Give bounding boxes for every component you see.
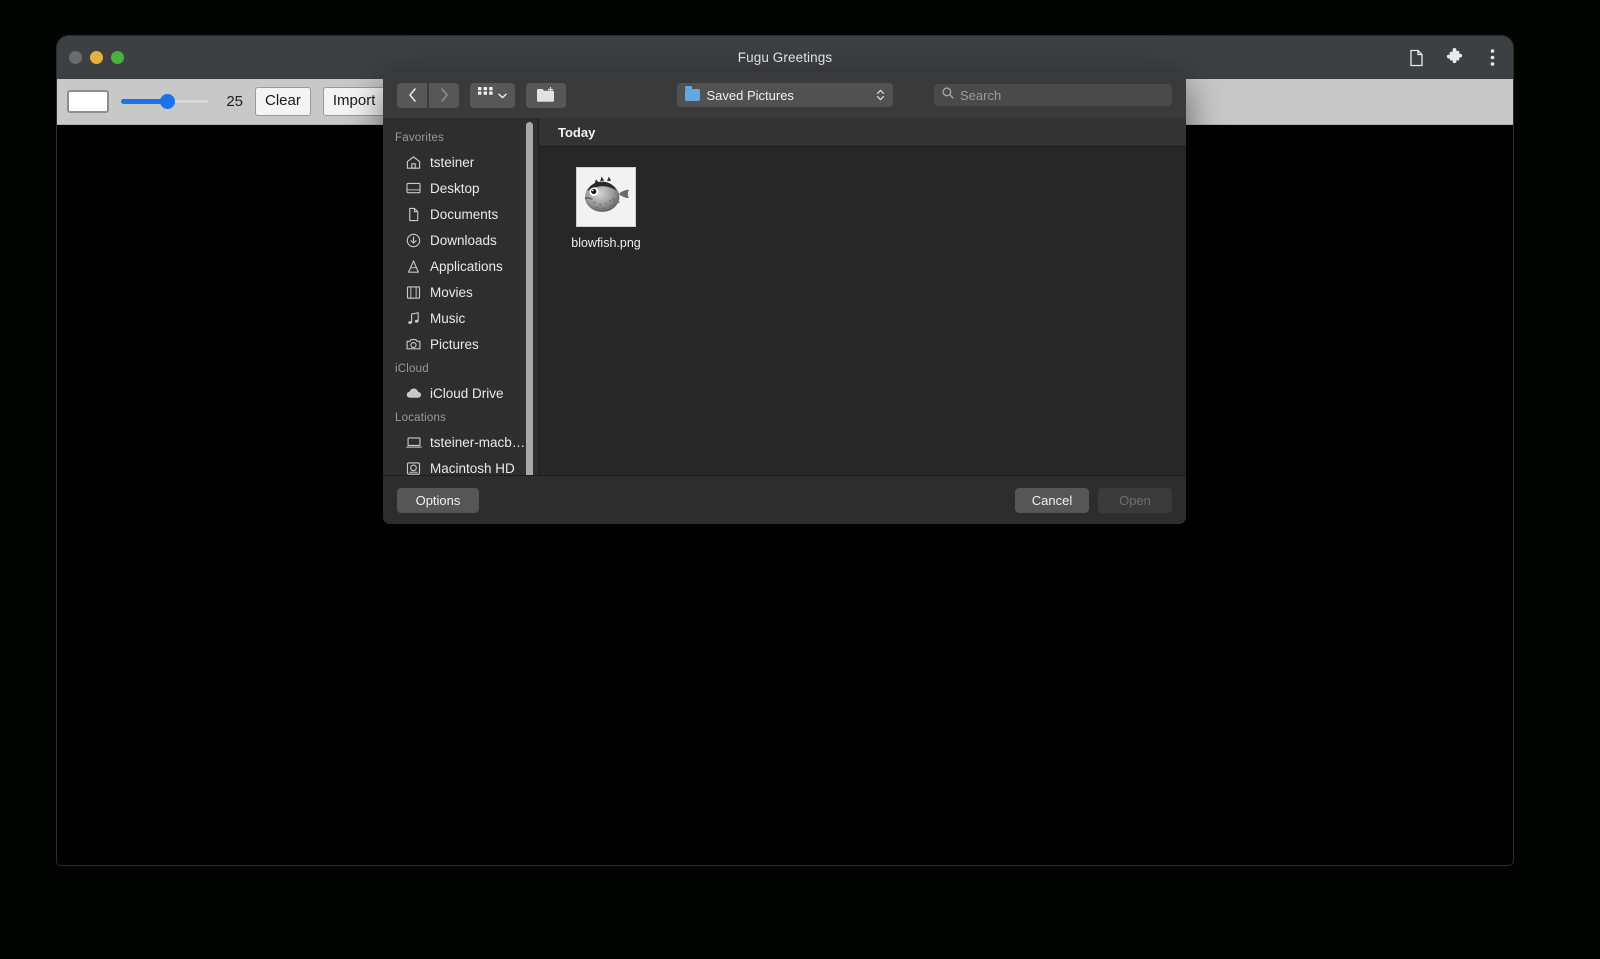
clear-button[interactable]: Clear (255, 87, 311, 116)
path-label: Saved Pictures (706, 87, 794, 103)
line-width-slider[interactable] (121, 92, 209, 112)
sidebar-item-label: Downloads (430, 232, 497, 248)
slider-fill (121, 99, 165, 104)
downloads-icon (405, 232, 422, 249)
dialog-footer: Options Cancel Open (383, 475, 1186, 524)
cloud-icon (405, 385, 422, 402)
sidebar-item-downloads[interactable]: Downloads (383, 227, 538, 253)
stepper-icon (876, 88, 885, 102)
open-button[interactable]: Open (1098, 487, 1172, 513)
sidebar-item-label: Applications (430, 258, 503, 274)
page-icon[interactable] (1405, 47, 1427, 69)
grid-view-icon (478, 86, 493, 104)
blowfish-thumbnail (576, 167, 636, 227)
path-dropdown[interactable]: Saved Pictures (676, 83, 893, 107)
titlebar-actions (1405, 36, 1503, 79)
options-button[interactable]: Options (397, 487, 479, 513)
sidebar-item-label: Movies (430, 284, 473, 300)
sidebar-item-music[interactable]: Music (383, 305, 538, 331)
sidebar-item-label: tsteiner-macb… (430, 434, 526, 450)
home-icon (405, 154, 422, 171)
search-input[interactable]: Search (934, 84, 1172, 106)
music-icon (405, 310, 422, 327)
page-title: Fugu Greetings (737, 50, 833, 65)
applications-icon (405, 258, 422, 275)
slider-thumb[interactable] (159, 94, 175, 109)
color-picker-swatch[interactable] (67, 90, 109, 113)
file-list-pane: Today blowfish.png (539, 118, 1186, 475)
file-open-dialog: Saved Pictures Search Favorites tsteiner… (383, 72, 1186, 524)
sidebar-item-desktop[interactable]: Desktop (383, 175, 538, 201)
screen: Fugu Greetings 25 Clear Import Saved Pic… (0, 0, 1600, 959)
folder-icon (684, 86, 700, 101)
group-header-today: Today (539, 118, 1186, 147)
sidebar-item-tsteiner[interactable]: tsteiner (383, 149, 538, 175)
view-mode-button[interactable] (470, 82, 515, 108)
pictures-icon (405, 336, 422, 353)
sidebar-item-label: iCloud Drive (430, 385, 504, 401)
sidebar-item-pictures[interactable]: Pictures (383, 331, 538, 357)
sidebar-scrollbar[interactable] (526, 122, 533, 475)
new-folder-button[interactable] (526, 82, 566, 108)
documents-icon (405, 206, 422, 223)
sidebar-item-label: tsteiner (430, 154, 475, 170)
dialog-body: Favorites tsteiner Desktop Documents Dow… (383, 118, 1186, 475)
sidebar-item-label: Desktop (430, 180, 480, 196)
laptop-icon (405, 434, 422, 451)
sidebar-item-movies[interactable]: Movies (383, 279, 538, 305)
desktop-icon (405, 180, 422, 197)
file-name-label: blowfish.png (571, 236, 641, 250)
more-menu-icon[interactable] (1481, 47, 1503, 69)
sidebar-item-applications[interactable]: Applications (383, 253, 538, 279)
back-button[interactable] (397, 82, 427, 108)
movies-icon (405, 284, 422, 301)
dialog-toolbar: Saved Pictures Search (383, 72, 1186, 118)
navigation-buttons (397, 82, 459, 108)
sidebar-item-label: Pictures (430, 336, 479, 352)
cancel-button[interactable]: Cancel (1015, 487, 1089, 513)
dialog-sidebar: Favorites tsteiner Desktop Documents Dow… (383, 118, 538, 475)
chevron-down-icon (498, 86, 507, 104)
sidebar-item-label: Music (430, 310, 466, 326)
slider-value: 25 (226, 93, 243, 110)
sidebar-item-icloud-drive[interactable]: iCloud Drive (383, 380, 538, 406)
blowfish-image (584, 176, 629, 212)
footer-actions: Cancel Open (1015, 487, 1172, 513)
extensions-icon[interactable] (1443, 47, 1465, 69)
sidebar-item-label: Documents (430, 206, 499, 222)
harddisk-icon (405, 460, 422, 476)
search-placeholder: Search (960, 87, 1002, 103)
sidebar-section-locations: Locations (395, 412, 447, 424)
sidebar-item-documents[interactable]: Documents (383, 201, 538, 227)
search-icon (942, 86, 954, 104)
files-grid: blowfish.png (539, 147, 1186, 475)
file-item[interactable]: blowfish.png (563, 167, 649, 250)
sidebar-item-tsteiner-macbook[interactable]: tsteiner-macb… (383, 429, 538, 455)
sidebar-item-label: Macintosh HD (430, 460, 515, 476)
sidebar-item-macintosh-hd[interactable]: Macintosh HD (383, 455, 538, 475)
import-button[interactable]: Import (322, 87, 386, 116)
sidebar-section-favorites: Favorites (395, 132, 445, 144)
sidebar-section-icloud: iCloud (395, 363, 429, 375)
forward-button[interactable] (429, 82, 459, 108)
